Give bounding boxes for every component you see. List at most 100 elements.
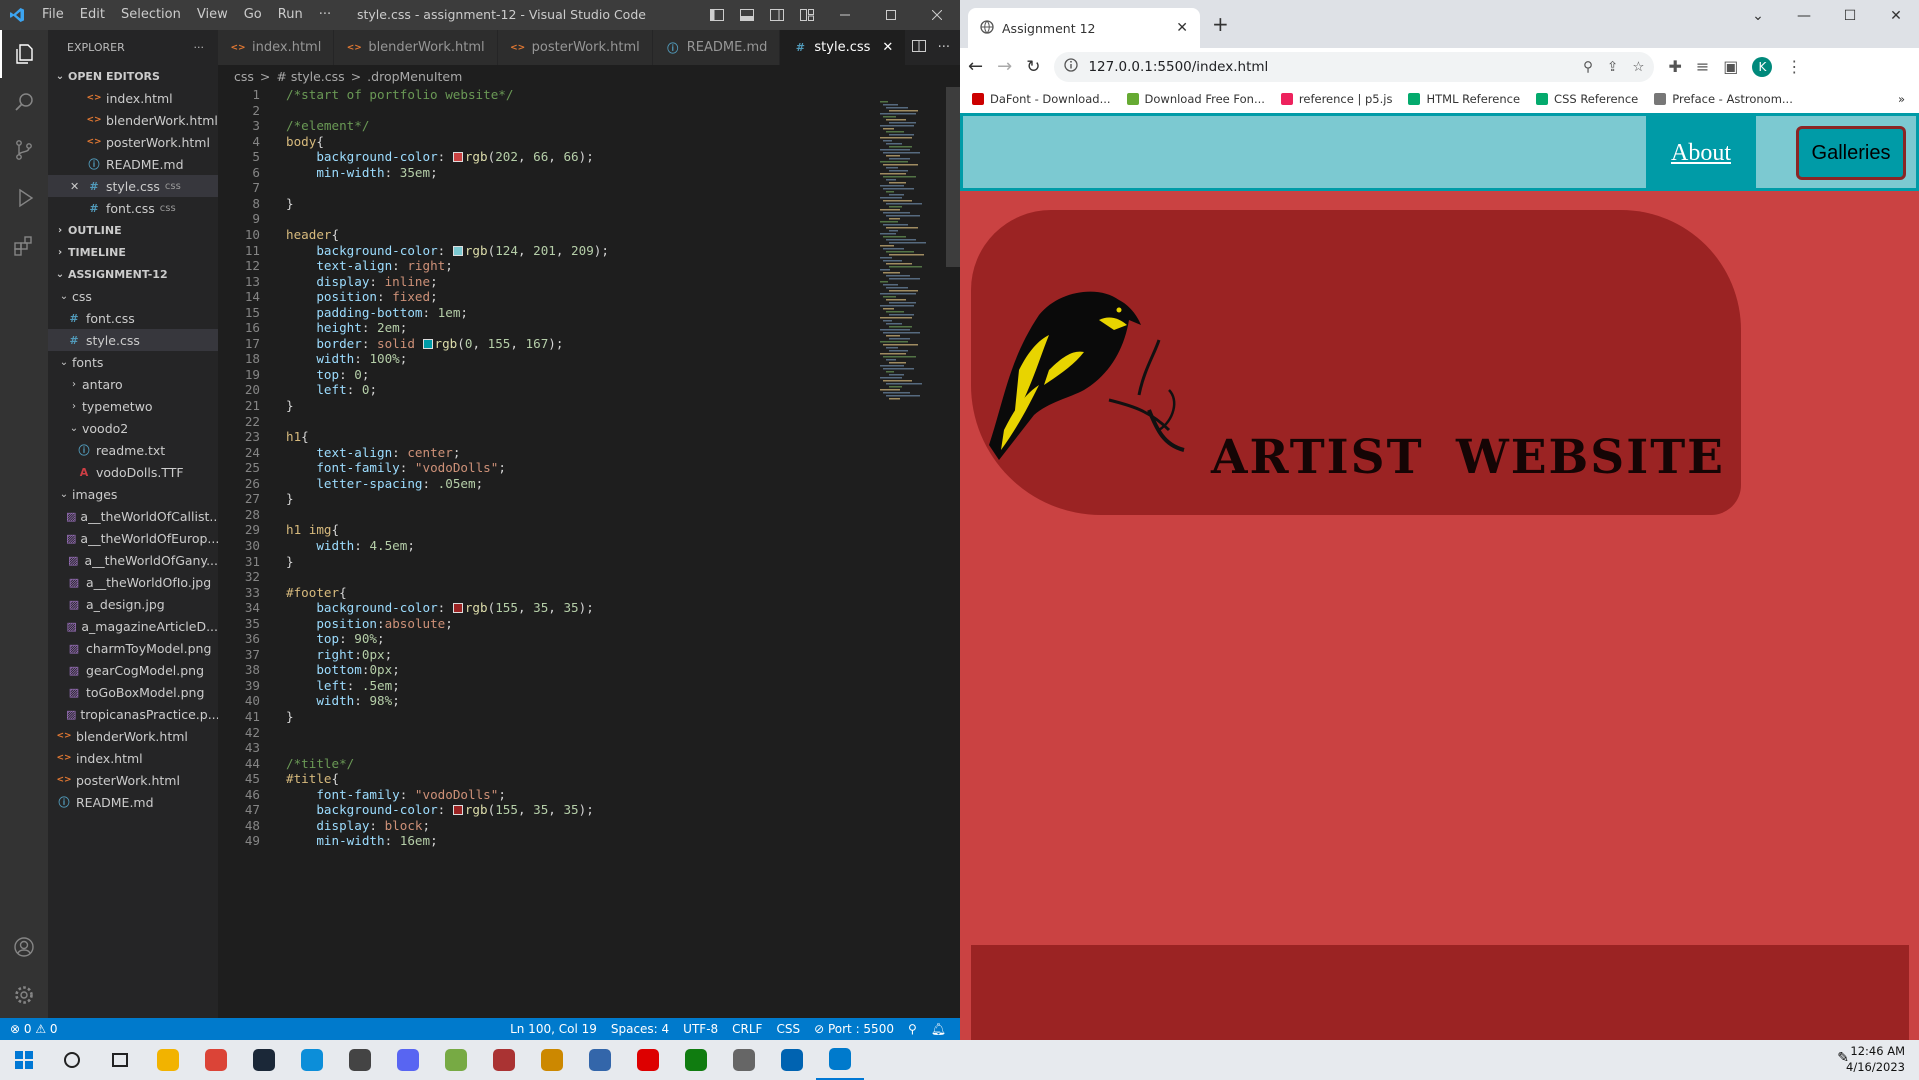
file-item[interactable]: <> blenderWork.html — [48, 725, 218, 747]
notifications-bell-icon[interactable]: 🔔︎ — [931, 1022, 946, 1036]
nav-about-link[interactable]: About — [1646, 116, 1756, 191]
file-item[interactable]: ⓘ README.md — [48, 791, 218, 813]
file-item[interactable]: ⓘ readme.txt — [48, 439, 218, 461]
steam-icon[interactable] — [240, 1040, 288, 1080]
reading-list-icon[interactable]: ≡ — [1696, 57, 1709, 76]
new-tab-icon[interactable]: + — [1212, 12, 1229, 36]
indentation-status[interactable]: Spaces: 4 — [611, 1022, 669, 1036]
code-view[interactable]: 1 /*start of portfolio website*/ 2 3 /*eleme… — [218, 87, 868, 1018]
maximize-icon[interactable] — [868, 0, 914, 30]
folder-item[interactable]: › antaro — [48, 373, 218, 395]
menu-1[interactable]: Edit — [72, 0, 113, 30]
open-editor-item[interactable]: ✕ # style.css css — [48, 175, 218, 197]
menu-0[interactable]: File — [34, 0, 72, 30]
tab-search-chevron-icon[interactable]: ⌄ — [1735, 0, 1781, 32]
menu-5[interactable]: Run — [270, 0, 311, 30]
mail-icon[interactable] — [768, 1040, 816, 1080]
file-item[interactable]: ▨ charmToyModel.png — [48, 637, 218, 659]
side-panel-icon[interactable]: ▣ — [1723, 57, 1738, 76]
file-item[interactable]: ▨ a__theWorldOfGany... — [48, 549, 218, 571]
language-status[interactable]: CSS — [776, 1022, 800, 1036]
editor-scrollbar[interactable] — [946, 87, 960, 267]
reload-icon[interactable]: ↻ — [1026, 57, 1040, 77]
run-debug-icon[interactable] — [0, 174, 48, 222]
color-swatch[interactable] — [452, 245, 463, 256]
extensions-puzzle-icon[interactable]: ✚ — [1668, 57, 1681, 76]
bookmark-item[interactable]: DaFont - Download... — [972, 92, 1111, 106]
bookmark-item[interactable]: CSS Reference — [1536, 92, 1638, 106]
file-item[interactable]: <> index.html — [48, 747, 218, 769]
split-editor-icon[interactable] — [911, 39, 926, 56]
nav-galleries-button[interactable]: Galleries — [1796, 126, 1906, 180]
problems-status[interactable]: ⊗ 0 ⚠ 0 — [10, 1022, 58, 1036]
manage-gear-icon[interactable] — [0, 971, 48, 1019]
file-item[interactable]: # font.css — [48, 307, 218, 329]
file-item[interactable]: ▨ gearCogModel.png — [48, 659, 218, 681]
back-arrow-icon[interactable]: ← — [968, 56, 983, 77]
file-item[interactable]: # style.css — [48, 329, 218, 351]
close-tab-icon[interactable]: ✕ — [1176, 20, 1188, 36]
cursor-position[interactable]: Ln 100, Col 19 — [510, 1022, 597, 1036]
maximize-icon[interactable]: ☐ — [1827, 0, 1873, 32]
address-bar[interactable]: 127.0.0.1:5500/index.html ⚲ ⇪ ☆ — [1054, 51, 1655, 82]
game1-icon[interactable] — [432, 1040, 480, 1080]
file-explorer-icon[interactable] — [144, 1040, 192, 1080]
breadcrumb-item[interactable]: css — [234, 69, 254, 84]
xbox-icon[interactable] — [672, 1040, 720, 1080]
minimize-icon[interactable]: — — [1781, 0, 1827, 32]
file-item[interactable]: AvodoDolls.TTF — [48, 461, 218, 483]
game4-icon[interactable] — [576, 1040, 624, 1080]
tab-index-html[interactable]: <> index.html — [218, 30, 335, 65]
open-editor-item[interactable]: <> blenderWork.html — [48, 109, 218, 131]
vscode-icon[interactable] — [816, 1040, 864, 1080]
folder-item[interactable]: ⌄ images — [48, 483, 218, 505]
file-item[interactable]: ▨ a__theWorldOfEurop... — [48, 527, 218, 549]
encoding-status[interactable]: UTF-8 — [683, 1022, 718, 1036]
game3-icon[interactable] — [528, 1040, 576, 1080]
color-swatch[interactable] — [452, 152, 463, 163]
minimize-icon[interactable] — [822, 0, 868, 30]
bookmarks-overflow-icon[interactable]: » — [1898, 92, 1905, 106]
file-item[interactable]: ▨ a_magazineArticleD... — [48, 615, 218, 637]
edge-icon[interactable] — [288, 1040, 336, 1080]
menu-6[interactable]: ··· — [311, 0, 339, 30]
toggle-panel-icon[interactable] — [732, 0, 762, 30]
file-item[interactable]: ▨ a_design.jpg — [48, 593, 218, 615]
chrome-icon[interactable] — [192, 1040, 240, 1080]
search-icon[interactable] — [48, 1040, 96, 1080]
bookmark-star-icon[interactable]: ☆ — [1632, 59, 1644, 75]
file-item[interactable]: ▨ a__theWorldOfIo.jpg — [48, 571, 218, 593]
tab-README-md[interactable]: ⓘ README.md — [652, 30, 781, 65]
timeline-section[interactable]: › TIMELINE — [48, 241, 218, 263]
menu-4[interactable]: Go — [236, 0, 270, 30]
file-item[interactable]: ▨ tropicanasPractice.p... — [48, 703, 218, 725]
folder-item[interactable]: ⌄ voodo2 — [48, 417, 218, 439]
bookmark-item[interactable]: Download Free Fon... — [1126, 92, 1265, 106]
menu-3[interactable]: View — [189, 0, 236, 30]
system-clock[interactable]: 12:46 AM 4/16/2023 — [1846, 1043, 1905, 1075]
bookmark-item[interactable]: reference | p5.js — [1280, 92, 1392, 106]
file-item[interactable]: ▨ toGoBoxModel.png — [48, 681, 218, 703]
app-ring-icon[interactable] — [720, 1040, 768, 1080]
chrome-tab[interactable]: Assignment 12 ✕ — [968, 8, 1200, 48]
breadcrumb-item[interactable]: # style.css — [276, 69, 344, 84]
open-editor-item[interactable]: <> index.html — [48, 87, 218, 109]
color-swatch[interactable] — [452, 805, 463, 816]
open-editor-item[interactable]: ⓘ README.md — [48, 153, 218, 175]
accounts-icon[interactable] — [0, 923, 48, 971]
folder-item[interactable]: ⌄ css — [48, 285, 218, 307]
open-editor-item[interactable]: # font.css css — [48, 197, 218, 219]
folder-item[interactable]: › typemetwo — [48, 395, 218, 417]
live-server-port[interactable]: ⊘ Port : 5500 — [814, 1022, 894, 1036]
customize-layout-icon[interactable] — [792, 0, 822, 30]
project-section[interactable]: ⌄ ASSIGNMENT-12 — [48, 263, 218, 285]
bookmark-item[interactable]: HTML Reference — [1408, 92, 1520, 106]
menu-2[interactable]: Selection — [113, 0, 189, 30]
color-swatch[interactable] — [422, 338, 433, 349]
open-editors-section[interactable]: ⌄ OPEN EDITORS — [48, 65, 218, 87]
toggle-primary-sidebar-icon[interactable] — [702, 0, 732, 30]
feedback-icon[interactable]: ⚲ — [908, 1022, 917, 1036]
discord-icon[interactable] — [384, 1040, 432, 1080]
eol-status[interactable]: CRLF — [732, 1022, 762, 1036]
game2-icon[interactable] — [480, 1040, 528, 1080]
